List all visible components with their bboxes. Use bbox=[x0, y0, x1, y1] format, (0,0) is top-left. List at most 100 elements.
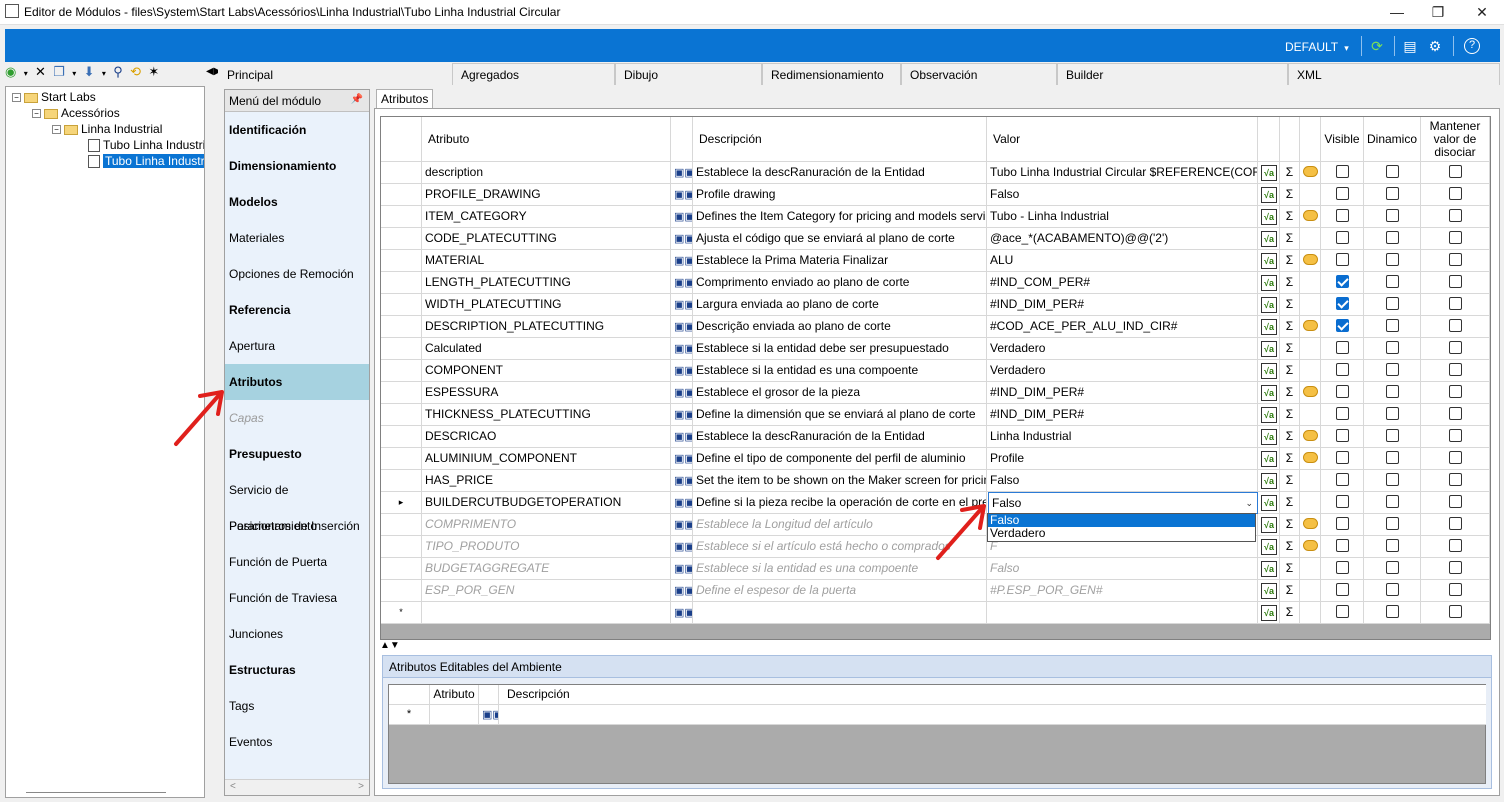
atributo-cell[interactable]: PROFILE_DRAWING bbox=[422, 184, 671, 205]
dinamico-checkbox[interactable] bbox=[1385, 429, 1399, 443]
visible-checkbox[interactable] bbox=[1335, 429, 1349, 443]
env-atributo-cell[interactable] bbox=[430, 705, 479, 724]
formula-icon[interactable]: √a bbox=[1258, 184, 1280, 205]
dinamico-checkbox[interactable] bbox=[1385, 341, 1399, 355]
comment-cell[interactable] bbox=[1300, 360, 1321, 381]
tree-node[interactable]: − Acessórios bbox=[32, 106, 120, 120]
grid-row[interactable]: ALUMINIUM_COMPONENT ▣▣ Define el tipo de c… bbox=[381, 448, 1490, 470]
sigma-icon[interactable]: Σ bbox=[1280, 184, 1300, 205]
formula-icon[interactable]: √a bbox=[1258, 448, 1280, 469]
menu-item-parametros-insercion[interactable]: Parametros de Inserción bbox=[225, 508, 369, 544]
valor-cell[interactable]: Linha Industrial bbox=[987, 426, 1258, 447]
descripcion-cell[interactable]: Define el espesor de la puerta bbox=[693, 580, 987, 601]
value-dropdown-list[interactable]: Falso Verdadero bbox=[987, 513, 1256, 542]
formula-icon[interactable]: √a bbox=[1258, 316, 1280, 337]
chevron-down-icon[interactable]: ▾ bbox=[102, 69, 106, 78]
sigma-icon[interactable]: Σ bbox=[1280, 514, 1300, 535]
descripcion-cell[interactable]: Establece si la entidad es una compoente bbox=[693, 360, 987, 381]
dinamico-checkbox[interactable] bbox=[1385, 517, 1399, 531]
mantener-checkbox[interactable] bbox=[1448, 451, 1462, 465]
binoculars-icon[interactable]: ⚲ bbox=[113, 64, 123, 80]
binoculars-icon[interactable]: ▣▣ bbox=[671, 338, 693, 359]
binoculars-icon[interactable]: ▣▣ bbox=[671, 602, 693, 623]
dinamico-checkbox[interactable] bbox=[1385, 495, 1399, 509]
descripcion-cell[interactable]: Establece el grosor de la pieza bbox=[693, 382, 987, 403]
mantener-checkbox[interactable] bbox=[1448, 517, 1462, 531]
comment-cell[interactable] bbox=[1300, 294, 1321, 315]
valor-cell[interactable]: Verdadero bbox=[987, 338, 1258, 359]
binoculars-icon[interactable]: ▣▣ bbox=[671, 470, 693, 491]
formula-icon[interactable]: √a bbox=[1258, 206, 1280, 227]
comment-icon[interactable] bbox=[1303, 386, 1318, 397]
menu-item-servicio-posicionamiento[interactable]: Servicio de Posicionamiento bbox=[225, 472, 369, 533]
descripcion-cell[interactable]: Define la dimensión que se enviará al pl… bbox=[693, 404, 987, 425]
atributo-cell[interactable]: MATERIAL bbox=[422, 250, 671, 271]
sigma-icon[interactable]: Σ bbox=[1280, 228, 1300, 249]
atributo-cell[interactable]: TIPO_PRODUTO bbox=[422, 536, 671, 557]
close-button[interactable]: ✕ bbox=[1467, 2, 1497, 22]
dinamico-checkbox[interactable] bbox=[1385, 539, 1399, 553]
atributo-cell[interactable]: COMPRIMENTO bbox=[422, 514, 671, 535]
grid-row[interactable]: HAS_PRICE ▣▣ Set the item to be shown on t… bbox=[381, 470, 1490, 492]
profile-dropdown[interactable]: DEFAULT ▾ bbox=[1285, 40, 1349, 54]
atributo-cell[interactable]: ESPESSURA bbox=[422, 382, 671, 403]
dinamico-checkbox[interactable] bbox=[1385, 297, 1399, 311]
atributo-cell[interactable]: CODE_PLATECUTTING bbox=[422, 228, 671, 249]
mantener-checkbox[interactable] bbox=[1448, 429, 1462, 443]
comment-icon[interactable] bbox=[1303, 210, 1318, 221]
comment-cell[interactable] bbox=[1300, 426, 1321, 447]
column-header-dinamico[interactable]: Dinamico bbox=[1364, 117, 1421, 161]
atributo-cell[interactable]: Calculated bbox=[422, 338, 671, 359]
comment-icon[interactable] bbox=[1303, 320, 1318, 331]
sigma-icon[interactable]: Σ bbox=[1280, 294, 1300, 315]
value-combobox[interactable]: Falso ⌄ bbox=[988, 492, 1258, 514]
visible-checkbox[interactable] bbox=[1335, 539, 1349, 553]
tab-agregados[interactable]: Agregados bbox=[452, 63, 615, 85]
formula-icon[interactable]: √a bbox=[1258, 272, 1280, 293]
atributo-cell[interactable]: THICKNESS_PLATECUTTING bbox=[422, 404, 671, 425]
dinamico-checkbox[interactable] bbox=[1385, 165, 1399, 179]
comment-cell[interactable] bbox=[1300, 602, 1321, 623]
sigma-icon[interactable]: Σ bbox=[1280, 470, 1300, 491]
chevron-down-icon[interactable]: ▾ bbox=[72, 69, 76, 78]
sigma-icon[interactable]: Σ bbox=[1280, 316, 1300, 337]
delete-icon[interactable]: ✕ bbox=[35, 64, 46, 80]
sigma-icon[interactable]: Σ bbox=[1280, 404, 1300, 425]
binoculars-icon[interactable]: ▣▣ bbox=[671, 250, 693, 271]
formula-icon[interactable]: √a bbox=[1258, 580, 1280, 601]
env-new-row[interactable]: * ▣▣ bbox=[389, 705, 1486, 725]
grid-row[interactable]: MATERIAL ▣▣ Establece la Prima Materia Fin… bbox=[381, 250, 1490, 272]
descripcion-cell[interactable]: Ajusta el código que se enviará al plano… bbox=[693, 228, 987, 249]
dinamico-checkbox[interactable] bbox=[1385, 561, 1399, 575]
sigma-icon[interactable]: Σ bbox=[1280, 162, 1300, 183]
descripcion-cell[interactable]: Descrição enviada ao plano de corte bbox=[693, 316, 987, 337]
menu-item-materiales[interactable]: Materiales bbox=[225, 220, 369, 256]
grid-row[interactable]: Calculated ▣▣ Establece si la entidad debe… bbox=[381, 338, 1490, 360]
run-icon[interactable]: ✶ bbox=[148, 64, 159, 80]
visible-checkbox[interactable] bbox=[1335, 407, 1349, 421]
binoculars-icon[interactable]: ▣▣ bbox=[671, 382, 693, 403]
comment-cell[interactable] bbox=[1300, 536, 1321, 557]
comment-cell[interactable] bbox=[1300, 448, 1321, 469]
descripcion-cell[interactable]: Comprimento enviado ao plano de corte bbox=[693, 272, 987, 293]
atributo-cell[interactable]: COMPONENT bbox=[422, 360, 671, 381]
visible-checkbox[interactable] bbox=[1335, 495, 1349, 509]
comment-icon[interactable] bbox=[1303, 166, 1318, 177]
menu-item-apertura[interactable]: Apertura bbox=[225, 328, 369, 364]
valor-cell[interactable]: Verdadero bbox=[987, 360, 1258, 381]
dinamico-checkbox[interactable] bbox=[1385, 253, 1399, 267]
mantener-checkbox[interactable] bbox=[1448, 605, 1462, 619]
sigma-icon[interactable]: Σ bbox=[1280, 206, 1300, 227]
descripcion-cell[interactable]: Set the item to be shown on the Maker sc… bbox=[693, 470, 987, 491]
comment-cell[interactable] bbox=[1300, 338, 1321, 359]
binoculars-icon[interactable]: ▣▣ bbox=[479, 705, 499, 724]
dinamico-checkbox[interactable] bbox=[1385, 583, 1399, 597]
tab-atributos[interactable]: Atributos bbox=[376, 89, 434, 108]
formula-icon[interactable]: √a bbox=[1258, 536, 1280, 557]
atributo-cell[interactable]: DESCRICAO bbox=[422, 426, 671, 447]
atributo-cell[interactable]: DESCRIPTION_PLATECUTTING bbox=[422, 316, 671, 337]
pin-icon[interactable]: 📌 bbox=[351, 94, 363, 105]
formula-icon[interactable]: √a bbox=[1258, 426, 1280, 447]
tab-principal[interactable]: Principal bbox=[218, 63, 452, 85]
valor-cell[interactable]: Tubo - Linha Industrial bbox=[987, 206, 1258, 227]
